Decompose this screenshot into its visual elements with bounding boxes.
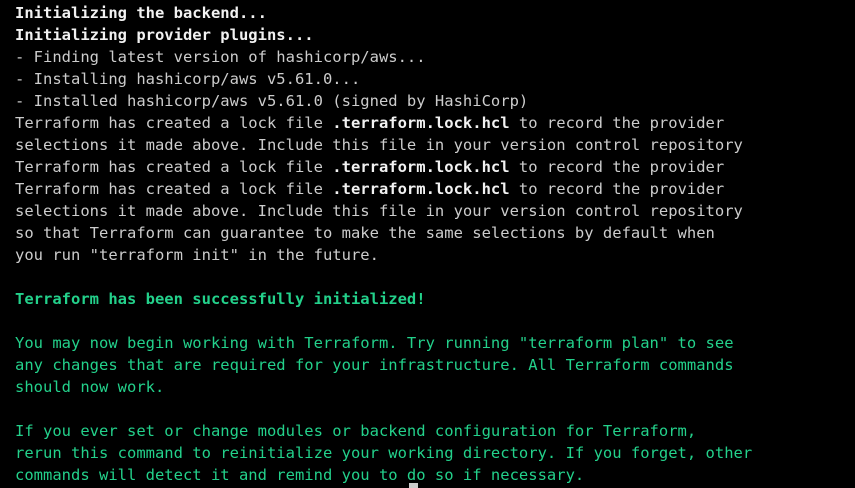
- line-text: Terraform has created a lock file: [15, 180, 333, 198]
- terminal-line: Terraform has created a lock file .terra…: [15, 156, 724, 178]
- line-text: to record the provider: [509, 180, 725, 198]
- line-text: to record the provider: [509, 158, 725, 176]
- line-text: to record the provider: [509, 114, 725, 132]
- terminal-line: rerun this command to reinitialize your …: [15, 444, 753, 462]
- terminal-line: selections it made above. Include this f…: [15, 202, 743, 220]
- terminal-line: should now work.: [15, 378, 165, 396]
- terminal-line: Initializing provider plugins...: [15, 26, 314, 44]
- terminal-line: Terraform has created a lock file .terra…: [15, 178, 724, 200]
- terminal-line: You may now begin working with Terraform…: [15, 334, 734, 352]
- terminal-line: so that Terraform can guarantee to make …: [15, 224, 715, 242]
- terminal-line: Terraform has created a lock file .terra…: [15, 112, 724, 134]
- terminal-line: commands will detect it and remind you t…: [15, 466, 585, 484]
- lock-file-name: .terraform.lock.hcl: [332, 114, 510, 132]
- lock-file-name: .terraform.lock.hcl: [332, 158, 510, 176]
- terminal-line: Initializing the backend...: [15, 4, 267, 22]
- lock-file-name: .terraform.lock.hcl: [332, 180, 510, 198]
- success-message: Terraform has been successfully initiali…: [15, 290, 426, 308]
- line-text: Terraform has created a lock file: [15, 114, 333, 132]
- terminal-line: - Finding latest version of hashicorp/aw…: [15, 48, 426, 66]
- terminal-line: If you ever set or change modules or bac…: [15, 422, 697, 440]
- terminal-output[interactable]: Initializing the backend... Initializing…: [0, 0, 855, 488]
- terminal-line: - Installing hashicorp/aws v5.61.0...: [15, 70, 361, 88]
- terminal-line: - Installed hashicorp/aws v5.61.0 (signe…: [15, 92, 529, 110]
- line-text: Terraform has created a lock file: [15, 158, 333, 176]
- text-cursor: [409, 483, 418, 488]
- terminal-line: you run "terraform init" in the future.: [15, 246, 379, 264]
- terminal-line: selections it made above. Include this f…: [15, 136, 743, 154]
- terminal-line: any changes that are required for your i…: [15, 356, 734, 374]
